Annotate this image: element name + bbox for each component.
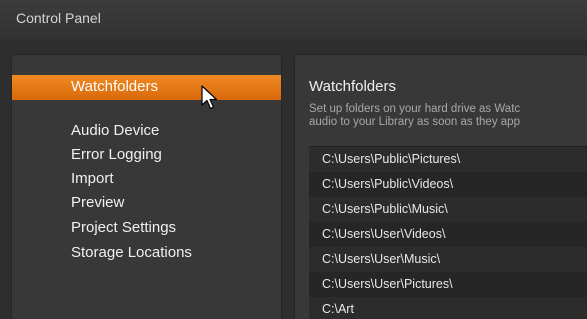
sidebar-item-label: Preview xyxy=(71,194,125,211)
list-item[interactable]: C:\Art xyxy=(309,297,587,319)
panel-description: Set up folders on your hard drive as Wat… xyxy=(309,103,587,129)
sidebar-item-label: Project Settings xyxy=(71,219,177,236)
list-item[interactable]: C:\Users\Public\Pictures\ xyxy=(309,147,587,172)
sidebar-item-project-settings[interactable]: Project Settings xyxy=(12,216,281,240)
sidebar-item-label: Watchfolders xyxy=(71,78,158,95)
list-item[interactable]: C:\Users\User\Videos\ xyxy=(309,222,587,247)
sidebar-item-label: Import xyxy=(71,170,114,187)
sidebar-item-storage-locations[interactable]: Storage Locations xyxy=(12,241,281,265)
sidebar-item-error-logging[interactable]: Error Logging xyxy=(12,143,281,167)
panel-title: Watchfolders xyxy=(309,78,396,95)
description-line: Set up folders on your hard drive as Wat… xyxy=(309,103,521,115)
sidebar-item-audio-device[interactable]: Audio Device xyxy=(12,119,281,143)
list-item[interactable]: C:\Users\Public\Videos\ xyxy=(309,172,587,197)
settings-sidebar: Watchfolders Audio Device Error Logging … xyxy=(12,55,281,319)
list-item[interactable]: C:\Users\Public\Music\ xyxy=(309,197,587,222)
sidebar-item-label: Error Logging xyxy=(71,146,162,163)
sidebar-item-preview[interactable]: Preview xyxy=(12,191,281,215)
description-line: audio to your Library as soon as they ap… xyxy=(309,116,520,128)
sidebar-item-label: Storage Locations xyxy=(71,244,192,261)
list-item[interactable]: C:\Users\User\Pictures\ xyxy=(309,272,587,297)
list-item[interactable]: C:\Users\User\Music\ xyxy=(309,247,587,272)
control-panel-window: Control Panel Watchfolders Audio Device … xyxy=(0,0,587,319)
watchfolders-panel: Watchfolders Set up folders on your hard… xyxy=(295,55,587,319)
sidebar-item-watchfolders[interactable]: Watchfolders xyxy=(12,75,281,100)
sidebar-item-import[interactable]: Import xyxy=(12,167,281,191)
sidebar-item-label: Audio Device xyxy=(71,122,160,139)
folder-list[interactable]: C:\Users\Public\Pictures\ C:\Users\Publi… xyxy=(309,146,587,319)
window-title: Control Panel xyxy=(16,10,101,26)
title-bar: Control Panel xyxy=(0,0,587,40)
mouse-pointer-icon xyxy=(201,85,218,110)
